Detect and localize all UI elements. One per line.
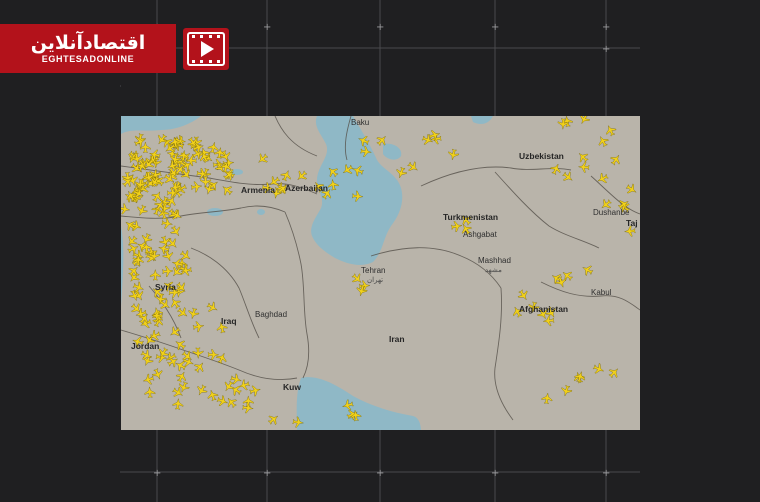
map-label-mashhad: Mashhad — [478, 256, 511, 265]
video-thumbnail: +++ ++ +++ ++ ++ اقتصادآنلاین EGHTESADON… — [0, 0, 760, 502]
map-label-baku: Baku — [351, 118, 370, 127]
map-label-syria: Syria — [155, 282, 176, 292]
map-label-turkmenistan: Turkmenistan — [443, 212, 499, 222]
map-label-armenia: Armenia — [241, 185, 276, 195]
svg-text:+: + — [263, 468, 271, 479]
map-label-tajikistan: Taj — [626, 218, 638, 228]
svg-text:+: + — [376, 468, 384, 479]
map-label-mashhad-fa: مشهد — [485, 267, 502, 274]
brand-name-en: EGHTESADONLINE — [41, 54, 135, 64]
map-label-azerbaijan: Azerbaijan — [285, 183, 328, 193]
play-video-icon[interactable] — [183, 28, 229, 70]
svg-text:+: + — [602, 22, 610, 33]
map-label-ashgabat: Ashgabat — [463, 230, 497, 239]
svg-text:+: + — [376, 22, 384, 33]
map-label-tehran: Tehran — [361, 266, 386, 275]
brand-name-fa: اقتصادآنلاین — [30, 32, 146, 54]
map-label-dushanbe: Dushanbe — [593, 208, 630, 217]
map-label-kuwait: Kuw — [283, 382, 301, 392]
map-label-tehran-fa: تهران — [367, 277, 384, 284]
map-label-afghanistan: Afghanistan — [519, 304, 569, 314]
map-label-iran: Iran — [389, 334, 405, 344]
map-label-kabul: Kabul — [591, 288, 612, 297]
map-label-uzbekistan: Uzbekistan — [519, 151, 564, 161]
svg-text:+: + — [602, 468, 610, 479]
map-label-jordan: Jordan — [131, 341, 160, 351]
brand-logo[interactable]: اقتصادآنلاین EGHTESADONLINE — [0, 24, 176, 73]
svg-text:+: + — [491, 22, 499, 33]
map-label-baghdad: Baghdad — [255, 310, 288, 319]
flight-map: Uzbekistan Turkmenistan Azerbaijan Armen… — [121, 116, 640, 430]
svg-text:+: + — [491, 468, 499, 479]
svg-text:+: + — [263, 22, 271, 33]
map-label-iraq: Iraq — [221, 316, 237, 326]
svg-text:+: + — [602, 44, 610, 55]
svg-text:+: + — [153, 468, 161, 479]
